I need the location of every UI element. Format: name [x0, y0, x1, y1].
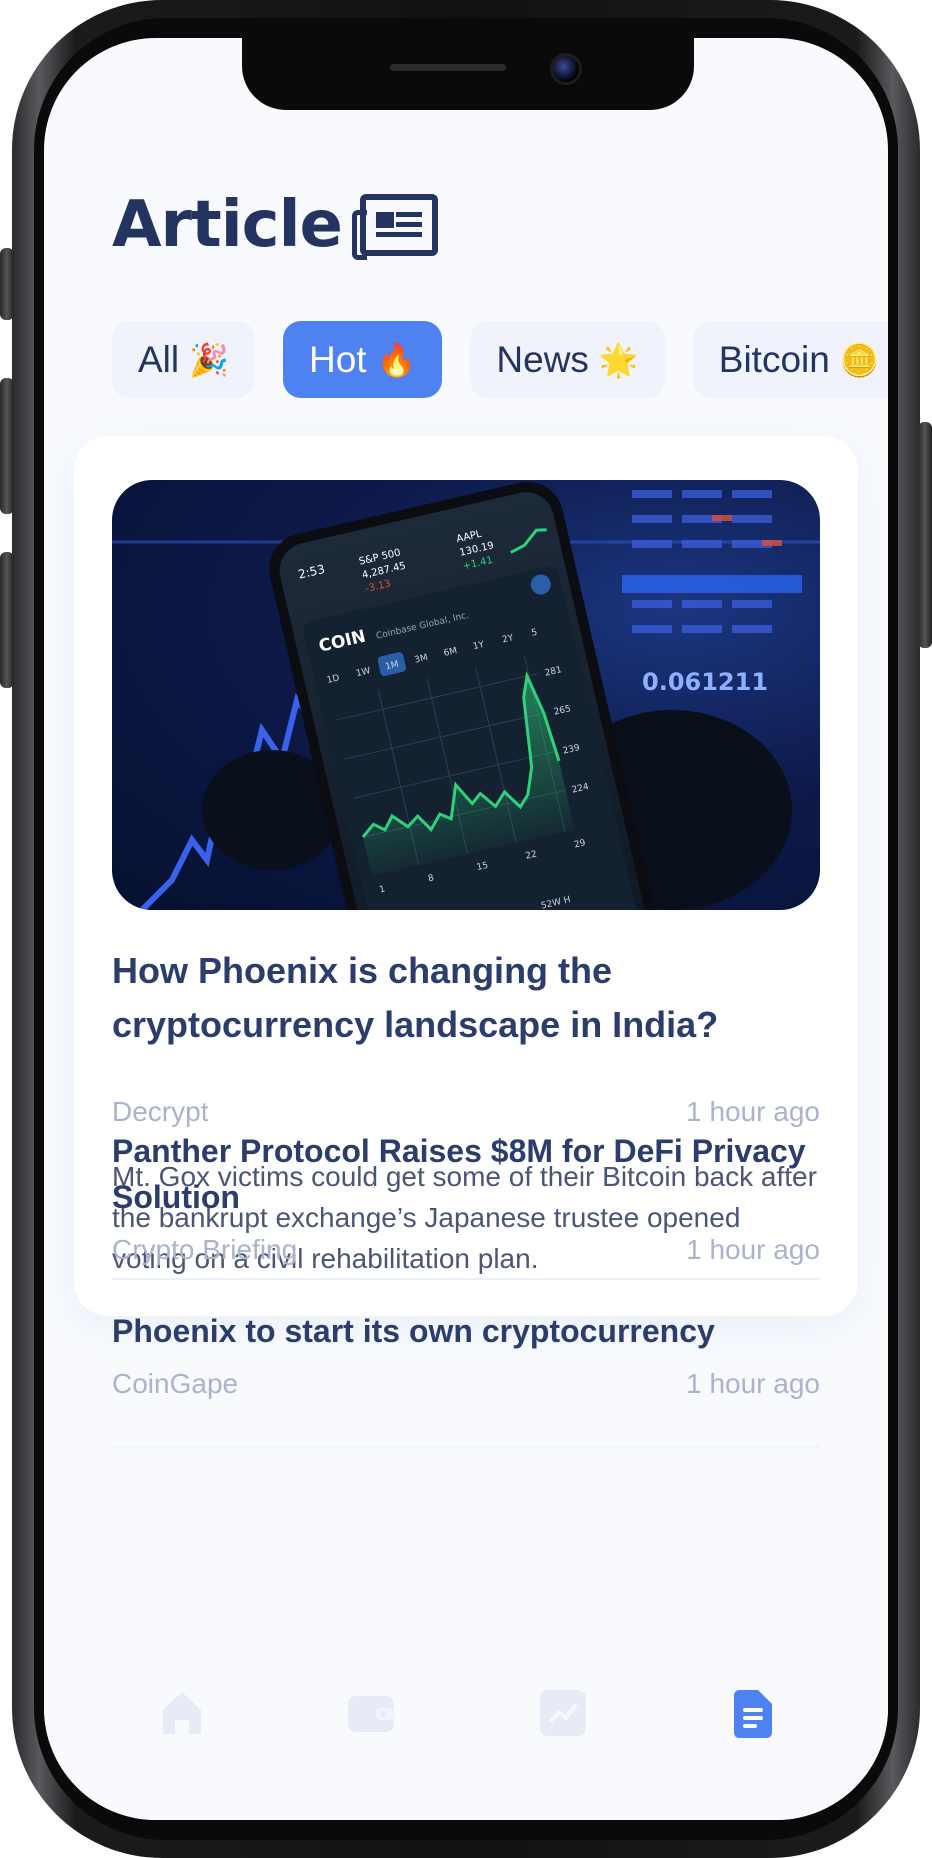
coin-icon: 🪙 [839, 341, 880, 378]
divider [112, 1278, 820, 1280]
article-icon[interactable] [730, 1688, 776, 1738]
featured-title[interactable]: How Phoenix is changing the cryptocurren… [112, 944, 812, 1052]
category-tabs: All 🎉 Hot 🔥 News 🌟 Bitcoin 🪙 [112, 321, 888, 398]
tab-news[interactable]: News 🌟 [470, 321, 665, 398]
bottom-navigation [44, 1600, 888, 1820]
page-header: Article [112, 188, 438, 262]
speaker [390, 64, 506, 71]
featured-source: Decrypt [112, 1096, 209, 1127]
article-title[interactable]: Phoenix to start its own cryptocurrency [112, 1308, 820, 1354]
article-time: 1 hour ago [686, 1368, 820, 1399]
wallet-icon[interactable] [346, 1688, 394, 1738]
board-value: 0.061211 [642, 668, 768, 696]
star-icon: 🌟 [598, 341, 639, 378]
fire-icon: 🔥 [376, 341, 417, 378]
featured-meta: Decrypt 1 hour ago [112, 1096, 820, 1128]
tab-label: Bitcoin [718, 338, 830, 380]
side-button-volume-up [0, 378, 14, 514]
tab-label: All [138, 338, 180, 380]
tab-label: Hot [308, 338, 367, 380]
article-meta: Crypto Briefing 1 hour ago [112, 1234, 820, 1266]
tab-label: News [496, 338, 589, 380]
article-time: 1 hour ago [686, 1234, 820, 1265]
side-button-mute [0, 248, 14, 320]
party-popper-icon: 🎉 [189, 341, 229, 378]
tab-hot[interactable]: Hot 🔥 [282, 321, 443, 398]
article-title[interactable]: Panther Protocol Raises $8M for DeFi Pri… [112, 1128, 820, 1220]
side-button-volume-down [0, 552, 14, 688]
newspaper-icon [351, 194, 438, 260]
article-source: CoinGape [112, 1368, 239, 1399]
featured-time: 1 hour ago [686, 1096, 820, 1127]
home-icon[interactable] [159, 1688, 205, 1738]
featured-image: 0.061211 2:53 S&P 500 4,287.45 -3.13 AAP… [112, 480, 820, 910]
front-camera [550, 53, 582, 85]
tab-all[interactable]: All 🎉 [112, 321, 255, 398]
page-title: Article [112, 188, 343, 262]
article-meta: CoinGape 1 hour ago [112, 1368, 820, 1400]
notch [242, 38, 694, 110]
side-button-power [918, 422, 932, 648]
list-item[interactable]: Phoenix to start its own cryptocurrency … [112, 1308, 820, 1400]
divider [112, 1446, 820, 1448]
tab-bitcoin[interactable]: Bitcoin 🪙 [692, 321, 888, 398]
article-source: Crypto Briefing [112, 1234, 298, 1265]
app-screen: Article All 🎉 Hot 🔥 News 🌟 Bitcoin 🪙 0.0… [44, 38, 888, 1820]
list-item[interactable]: Panther Protocol Raises $8M for DeFi Pri… [112, 1128, 820, 1266]
chart-icon[interactable] [538, 1688, 586, 1738]
stock-app-photo: 0.061211 2:53 S&P 500 4,287.45 -3.13 AAP… [112, 481, 820, 910]
